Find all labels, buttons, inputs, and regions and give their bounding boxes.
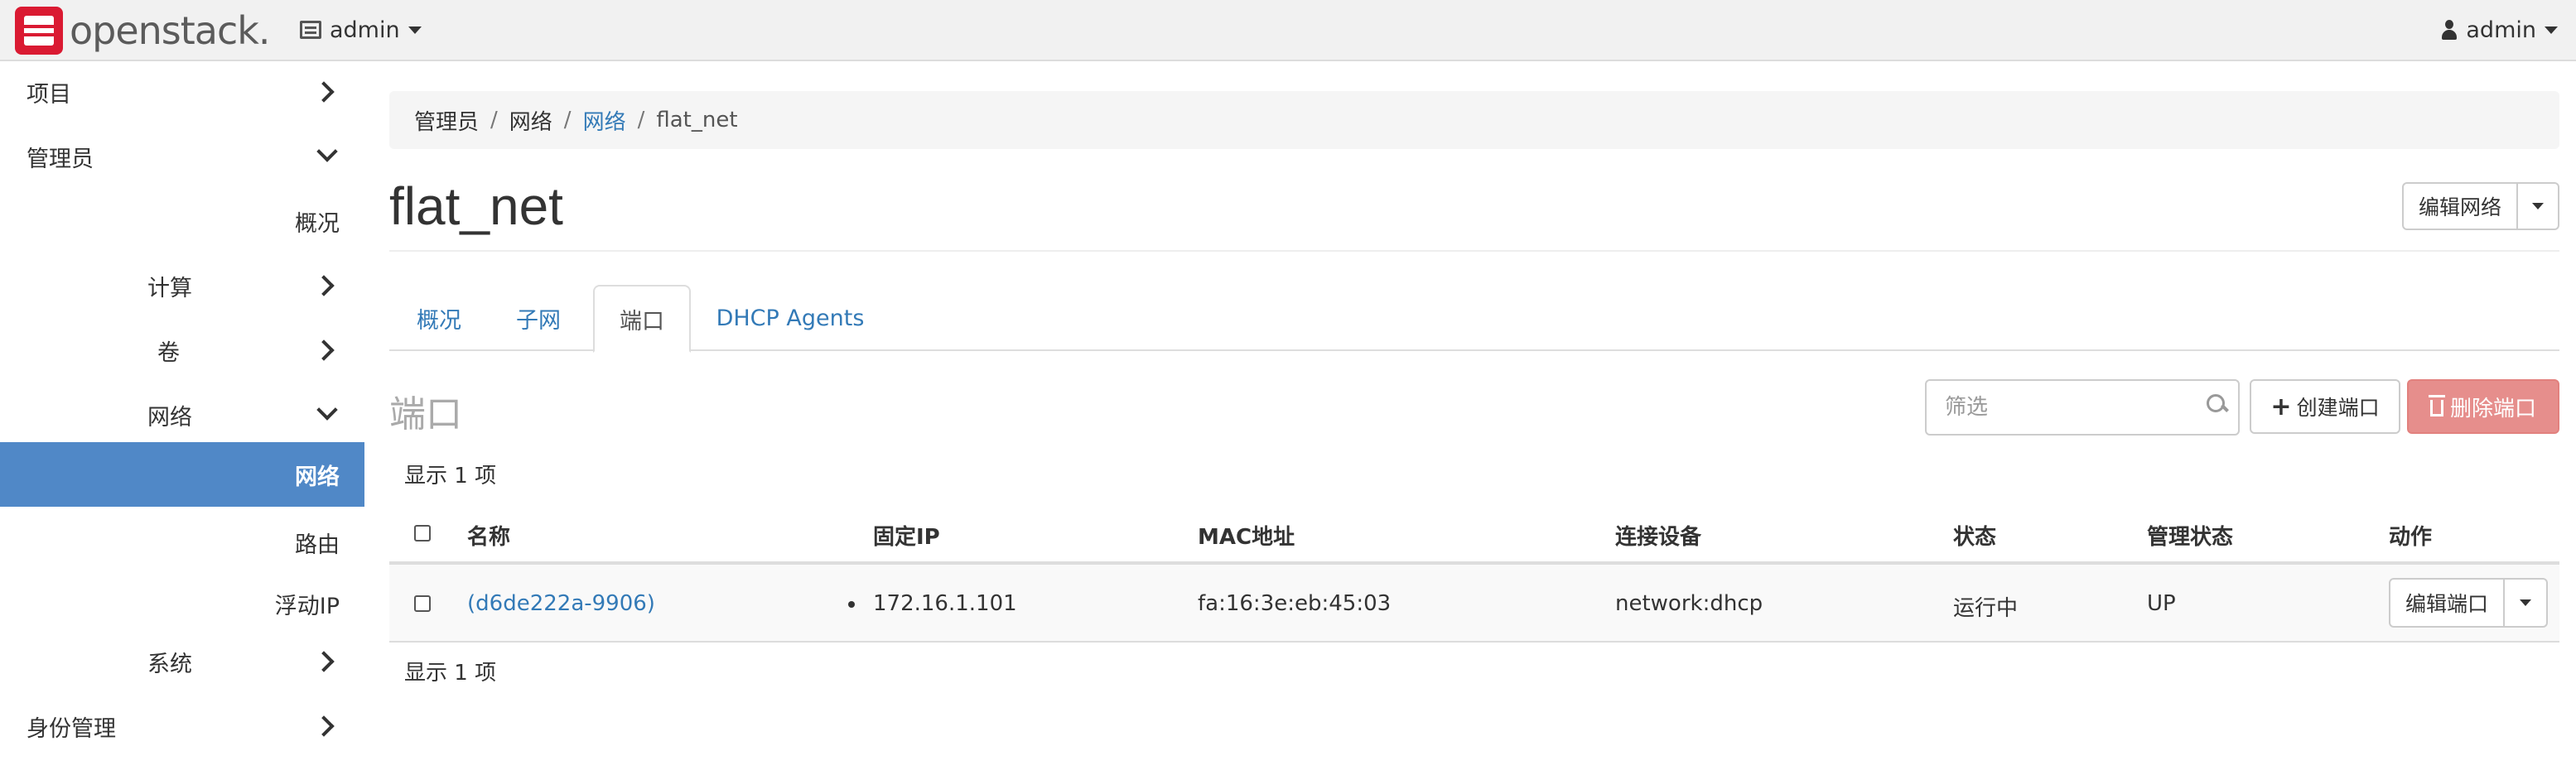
- openstack-logo-icon: [15, 7, 63, 55]
- section-title: 端口: [389, 393, 462, 436]
- breadcrumb-separator: /: [637, 108, 645, 132]
- create-port-button[interactable]: + 创建端口: [2250, 379, 2400, 434]
- edit-network-dropdown-toggle[interactable]: [2518, 182, 2559, 230]
- page-title: flat_net: [389, 176, 563, 236]
- sidebar-item-volume[interactable]: 卷: [0, 321, 364, 379]
- sidebar-item-networks[interactable]: 网络: [0, 442, 364, 507]
- chevron-down-icon: [2532, 203, 2544, 209]
- sidebar-item-label: 网络: [147, 404, 192, 431]
- tab-dhcp-agents[interactable]: DHCP Agents: [691, 285, 890, 351]
- edit-network-button[interactable]: 编辑网络: [2402, 182, 2518, 230]
- delete-ports-button[interactable]: 删除端口: [2407, 379, 2559, 434]
- breadcrumb-current: flat_net: [656, 108, 738, 132]
- plus-icon: +: [2270, 392, 2292, 421]
- detail-tabs: 概况 子网 端口 DHCP Agents: [389, 285, 2559, 353]
- chevron-down-icon: [316, 141, 338, 162]
- breadcrumb-item: 网络: [509, 109, 552, 135]
- sidebar-item-network-group[interactable]: 网络: [0, 386, 364, 444]
- project-switcher[interactable]: admin: [300, 12, 422, 48]
- port-actions-dropdown-toggle[interactable]: [2505, 578, 2548, 628]
- project-label: admin: [330, 17, 400, 43]
- top-navbar: openstack. admin admin: [0, 0, 2576, 61]
- attached-device-cell: network:dhcp: [1615, 591, 1763, 616]
- sidebar-item-label: 卷: [157, 339, 180, 366]
- column-header[interactable]: 固定IP: [873, 520, 940, 551]
- tab-ports[interactable]: 端口: [593, 285, 691, 353]
- sidebar-item-overview[interactable]: 概况: [0, 192, 364, 250]
- title-divider: [389, 250, 2559, 252]
- sidebar-item-project[interactable]: 项目: [0, 63, 364, 121]
- chevron-down-icon: [2520, 599, 2531, 606]
- user-icon: [2441, 20, 2458, 40]
- column-header[interactable]: 管理状态: [2147, 520, 2233, 551]
- create-port-label: 创建端口: [2296, 396, 2380, 420]
- table-row: (d6de222a-9906) 172.16.1.101 fa:16:3e:eb…: [389, 565, 2559, 643]
- mac-address-cell: fa:16:3e:eb:45:03: [1198, 591, 1392, 616]
- sidebar-item-floating-ips[interactable]: 浮动IP: [0, 575, 364, 633]
- column-header[interactable]: 连接设备: [1615, 520, 1701, 551]
- tab-subnets[interactable]: 子网: [489, 285, 588, 351]
- fixed-ip-value: 172.16.1.101: [873, 591, 1017, 616]
- sidebar-item-label: 浮动IP: [274, 593, 340, 619]
- port-name-link[interactable]: (d6de222a-9906): [467, 591, 655, 616]
- project-icon: [300, 21, 321, 39]
- item-count-top: 显示 1 项: [404, 464, 497, 489]
- sidebar-item-label: 项目: [27, 81, 71, 108]
- chevron-right-icon: [313, 81, 335, 103]
- column-header[interactable]: MAC地址: [1198, 520, 1295, 551]
- sidebar-item-label: 计算: [147, 275, 192, 301]
- column-header[interactable]: 状态: [1953, 520, 1996, 551]
- bullet-icon: [848, 600, 855, 608]
- sidebar-item-label: 路由: [295, 532, 340, 558]
- edit-port-button[interactable]: 编辑端口: [2389, 578, 2505, 628]
- chevron-down-icon: [316, 399, 338, 421]
- sidebar-item-label: 管理员: [27, 146, 94, 172]
- trash-icon: [2428, 395, 2445, 416]
- breadcrumb-item: 管理员: [414, 109, 480, 135]
- table-header: 名称 固定IP MAC地址 连接设备 状态 管理状态 动作: [389, 502, 2559, 565]
- sidebar-item-label: 身份管理: [27, 715, 116, 742]
- breadcrumb-link[interactable]: 网络: [583, 105, 626, 136]
- sidebar-item-routers[interactable]: 路由: [0, 513, 364, 571]
- sidebar: 项目 管理员 概况 计算 卷 网络 网络 路由 浮动IP 系统 身份管理: [0, 61, 364, 775]
- chevron-down-icon: [408, 26, 422, 34]
- chevron-down-icon: [2545, 26, 2558, 34]
- user-label: admin: [2466, 17, 2536, 43]
- user-menu[interactable]: admin: [2441, 12, 2558, 48]
- delete-ports-label: 删除端口: [2449, 396, 2536, 421]
- chevron-right-icon: [313, 339, 335, 361]
- breadcrumb-separator: /: [563, 108, 572, 132]
- chevron-right-icon: [313, 275, 335, 296]
- sidebar-item-label: 网络: [295, 464, 340, 490]
- openstack-logo[interactable]: openstack.: [15, 7, 271, 55]
- breadcrumb: 管理员 / 网络 / 网络 / flat_net: [389, 91, 2559, 149]
- column-header: 动作: [2389, 525, 2433, 550]
- fixed-ip-cell: 172.16.1.101: [848, 591, 1017, 616]
- status-cell: 运行中: [1953, 596, 2019, 621]
- breadcrumb-separator: /: [490, 108, 498, 132]
- sidebar-item-admin[interactable]: 管理员: [0, 128, 364, 185]
- sidebar-item-system[interactable]: 系统: [0, 633, 364, 691]
- select-all-checkbox[interactable]: [414, 525, 431, 542]
- filter-input[interactable]: [1925, 379, 2240, 436]
- item-count-bottom: 显示 1 项: [404, 661, 497, 686]
- admin-state-cell: UP: [2147, 591, 2176, 616]
- sidebar-item-label: 系统: [147, 651, 192, 677]
- search-icon[interactable]: [2207, 394, 2228, 416]
- logo-text: openstack.: [70, 8, 271, 53]
- sidebar-item-identity[interactable]: 身份管理: [0, 697, 364, 755]
- row-checkbox[interactable]: [414, 595, 431, 612]
- sidebar-item-label: 概况: [295, 210, 340, 237]
- tab-overview[interactable]: 概况: [389, 285, 489, 351]
- sidebar-item-compute[interactable]: 计算: [0, 257, 364, 315]
- chevron-right-icon: [313, 715, 335, 737]
- chevron-right-icon: [313, 651, 335, 672]
- column-header[interactable]: 名称: [467, 520, 510, 551]
